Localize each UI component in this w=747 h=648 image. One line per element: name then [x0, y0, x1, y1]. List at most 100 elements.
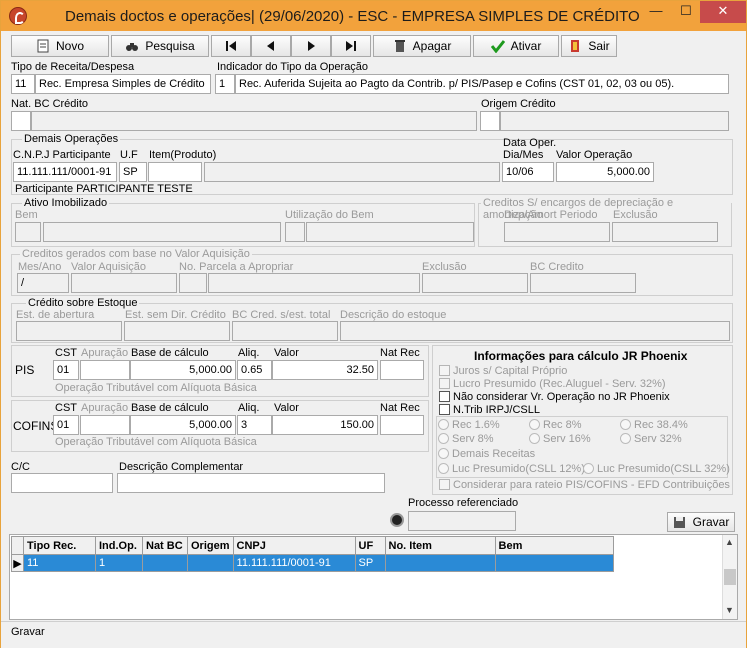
- next-record-button[interactable]: [291, 35, 331, 57]
- processo-lookup-icon[interactable]: [390, 513, 404, 527]
- luc-presumido-32-radio[interactable]: Luc Presumido(CSLL 32%): [583, 463, 730, 475]
- parcela-desc-field[interactable]: [208, 273, 420, 293]
- est-sem-dir-field[interactable]: [124, 321, 230, 341]
- pis-apuracao-field[interactable]: [80, 360, 130, 380]
- cofins-aliq-field[interactable]: 3: [237, 415, 272, 435]
- bem-desc-field[interactable]: [43, 222, 281, 242]
- grid-header-bem[interactable]: Bem: [494, 536, 614, 555]
- grid-header-uf[interactable]: UF: [354, 536, 386, 555]
- cell-ind-op[interactable]: 1: [95, 554, 143, 572]
- close-button[interactable]: ✕: [700, 1, 746, 23]
- grid-header-tipo-rec[interactable]: Tipo Rec.: [23, 536, 96, 555]
- cofins-apuracao-field[interactable]: [80, 415, 130, 435]
- cofins-nat-rec-field[interactable]: [380, 415, 424, 435]
- grid-header-cnpj[interactable]: CNPJ: [232, 536, 356, 555]
- cofins-base-label: Base de cálculo: [131, 402, 209, 414]
- grid-header-nat-bc[interactable]: Nat BC: [142, 536, 188, 555]
- last-record-button[interactable]: [331, 35, 371, 57]
- cell-nat-bc[interactable]: [142, 554, 188, 572]
- pis-cst-field[interactable]: 01: [53, 360, 79, 380]
- dep-amort-field[interactable]: [504, 222, 610, 242]
- demais-receitas-radio[interactable]: Demais Receitas: [438, 448, 535, 460]
- item-code-field[interactable]: [148, 162, 202, 182]
- cell-no-item[interactable]: [384, 554, 496, 572]
- luc-presumido-12-radio[interactable]: Luc Presumido(CSLL 12%): [438, 463, 585, 475]
- valor-aquisicao-label: Valor Aquisição: [71, 261, 147, 273]
- checkmark-icon: [490, 40, 505, 53]
- main-window: Demais doctos e operações| (29/06/2020) …: [0, 0, 747, 648]
- uf-field[interactable]: SP: [119, 162, 147, 182]
- cell-origem[interactable]: [187, 554, 234, 572]
- juros-checkbox[interactable]: Juros s/ Capital Próprio: [439, 365, 567, 377]
- exclusao-aq-field[interactable]: [422, 273, 528, 293]
- cc-field[interactable]: [11, 473, 113, 493]
- processo-field[interactable]: [408, 511, 516, 531]
- item-desc-field[interactable]: [204, 162, 500, 182]
- bc-credito-field[interactable]: [530, 273, 636, 293]
- nat-bc-code-field[interactable]: [11, 111, 31, 131]
- cofins-cst-field[interactable]: 01: [53, 415, 79, 435]
- cnpj-field[interactable]: 11.111.111/0001-91: [13, 162, 117, 182]
- utilizacao-code-field[interactable]: [285, 222, 305, 242]
- origem-desc-field[interactable]: [500, 111, 729, 131]
- cofins-base-field[interactable]: 5,000.00: [130, 415, 236, 435]
- delete-button[interactable]: Apagar: [373, 35, 471, 57]
- exit-button[interactable]: Sair: [561, 35, 617, 57]
- data-oper-field[interactable]: 10/06: [502, 162, 554, 182]
- descricao-complementar-field[interactable]: [117, 473, 385, 493]
- grid-header-origem[interactable]: Origem: [187, 536, 234, 555]
- ntrib-checkbox[interactable]: N.Trib IRPJ/CSLL: [439, 404, 540, 416]
- cell-tipo-rec[interactable]: 11: [23, 554, 96, 572]
- tipo-receita-code-field[interactable]: 11: [11, 74, 35, 94]
- first-record-button[interactable]: [211, 35, 251, 57]
- cell-cnpj[interactable]: 11.111.111/0001-91: [232, 554, 356, 572]
- scroll-down-icon[interactable]: ▼: [725, 605, 734, 615]
- serv-32-radio[interactable]: Serv 32%: [620, 433, 682, 445]
- cofins-valor-field[interactable]: 150.00: [272, 415, 378, 435]
- previous-record-button[interactable]: [251, 35, 291, 57]
- descricao-estoque-field[interactable]: [340, 321, 730, 341]
- rec-1-6-radio[interactable]: Rec 1.6%: [438, 419, 500, 431]
- grid-header-no-item[interactable]: No. Item: [384, 536, 496, 555]
- exclusao-enc-field[interactable]: [612, 222, 718, 242]
- nat-bc-desc-field[interactable]: [31, 111, 477, 131]
- bem-code-field[interactable]: [15, 222, 41, 242]
- mes-ano-field[interactable]: /: [17, 273, 69, 293]
- rec-8-radio[interactable]: Rec 8%: [529, 419, 582, 431]
- pis-aliq-field[interactable]: 0.65: [237, 360, 272, 380]
- valor-operacao-field[interactable]: 5,000.00: [556, 162, 654, 182]
- grid-vertical-scrollbar[interactable]: ▲ ▼: [722, 535, 737, 619]
- trash-icon: [394, 40, 405, 52]
- minimize-button[interactable]: —: [641, 1, 671, 23]
- indicador-code-field[interactable]: 1: [215, 74, 235, 94]
- lucro-presumido-checkbox[interactable]: Lucro Presumido (Rec.Aluguel - Serv. 32%…: [439, 378, 666, 390]
- cell-bem[interactable]: [494, 554, 614, 572]
- pis-valor-field[interactable]: 32.50: [272, 360, 378, 380]
- search-button[interactable]: Pesquisa: [111, 35, 209, 57]
- new-button[interactable]: Novo: [11, 35, 109, 57]
- scroll-thumb[interactable]: [724, 569, 736, 585]
- table-row[interactable]: ▶ 11 1 11.111.111/0001-91 SP: [11, 554, 614, 572]
- save-icon: [673, 517, 685, 528]
- tipo-receita-desc-field[interactable]: Rec. Empresa Simples de Crédito: [35, 74, 211, 94]
- parcela-field[interactable]: [179, 273, 207, 293]
- gravar-button[interactable]: Gravar: [667, 512, 735, 532]
- est-abertura-field[interactable]: [16, 321, 122, 341]
- rec-38-4-radio[interactable]: Rec 38.4%: [620, 419, 688, 431]
- utilizacao-desc-field[interactable]: [306, 222, 474, 242]
- maximize-button[interactable]: ☐: [671, 1, 701, 23]
- bc-est-total-field[interactable]: [232, 321, 338, 341]
- indicador-desc-field[interactable]: Rec. Auferida Sujeita ao Pagto da Contri…: [235, 74, 729, 94]
- grid-header-ind-op[interactable]: Ind.Op.: [95, 536, 143, 555]
- serv-8-radio[interactable]: Serv 8%: [438, 433, 494, 445]
- nao-considerar-checkbox[interactable]: Não considerar Vr. Operação no JR Phoeni…: [439, 391, 670, 403]
- cell-uf[interactable]: SP: [354, 554, 386, 572]
- scroll-up-icon[interactable]: ▲: [725, 537, 734, 547]
- valor-aquisicao-field[interactable]: [71, 273, 177, 293]
- serv-16-radio[interactable]: Serv 16%: [529, 433, 591, 445]
- pis-nat-rec-field[interactable]: [380, 360, 424, 380]
- origem-code-field[interactable]: [480, 111, 500, 131]
- pis-base-field[interactable]: 5,000.00: [130, 360, 236, 380]
- activate-button[interactable]: Ativar: [473, 35, 559, 57]
- rateio-checkbox[interactable]: Considerar para rateio PIS/COFINS - EFD …: [439, 479, 730, 491]
